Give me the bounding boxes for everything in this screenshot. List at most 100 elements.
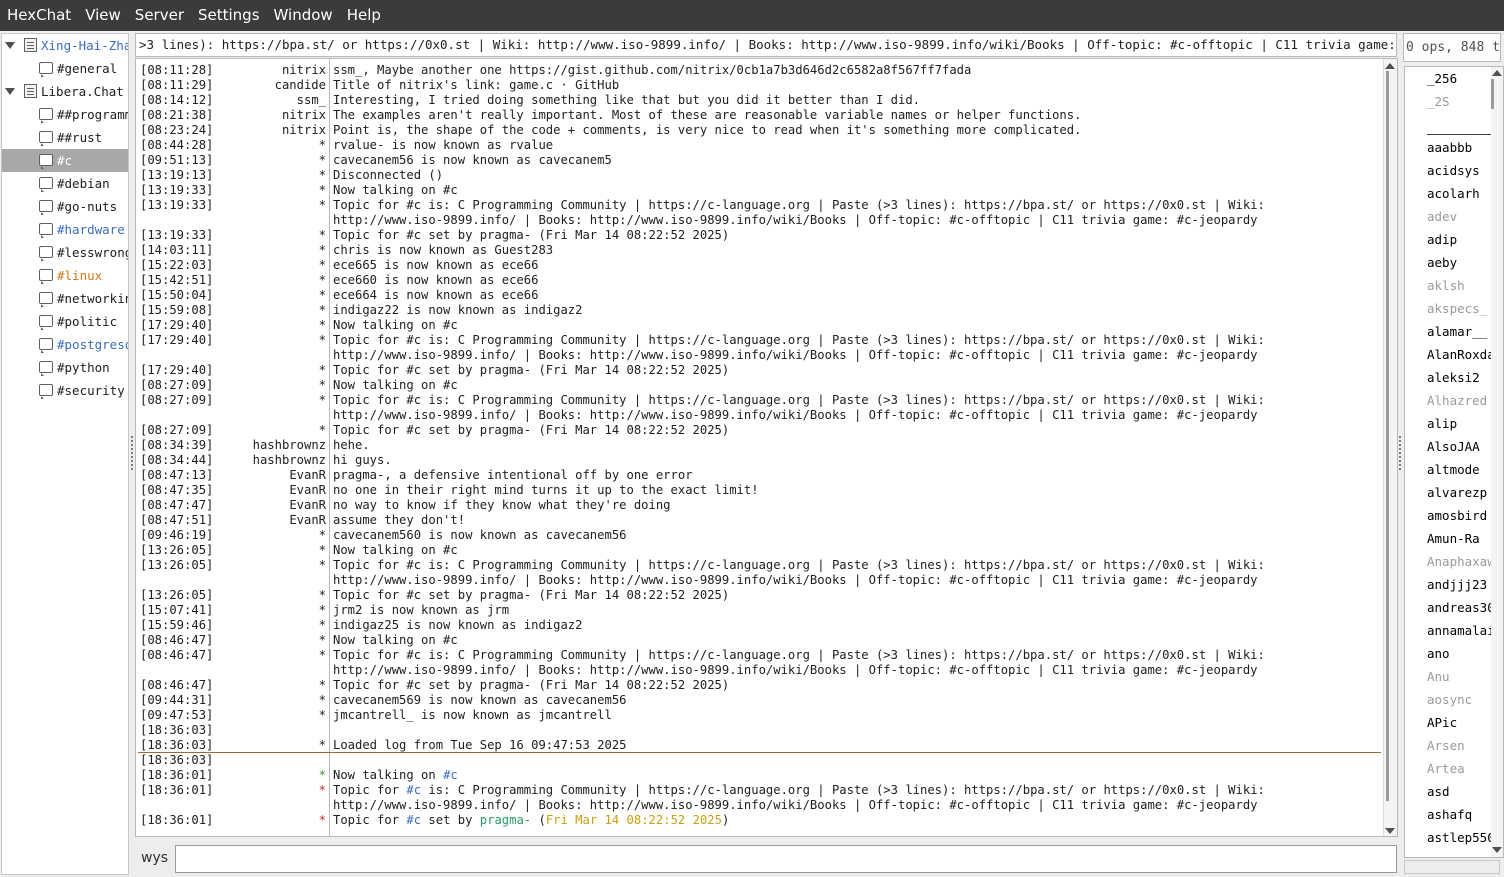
user-item[interactable]: APic — [1427, 712, 1491, 734]
menu-help[interactable]: Help — [340, 0, 388, 31]
nick[interactable]: * — [156, 303, 326, 318]
tree-channel[interactable]: #lesswrong — [2, 241, 128, 264]
tree-channel[interactable]: #c — [2, 149, 128, 172]
tree-channel[interactable]: ##rust — [2, 126, 128, 149]
nick[interactable]: ssm_ — [156, 93, 326, 108]
user-item[interactable]: alip — [1427, 413, 1491, 435]
nick[interactable]: * — [156, 813, 326, 828]
nick[interactable]: * — [156, 618, 326, 633]
user-item[interactable]: Artea — [1427, 758, 1491, 780]
tree-channel[interactable]: #general — [2, 57, 128, 80]
nick[interactable]: * — [156, 258, 326, 273]
nick[interactable]: * — [156, 693, 326, 708]
user-item[interactable]: adev — [1427, 206, 1491, 228]
nick[interactable]: * — [156, 183, 326, 198]
user-item[interactable]: aosync — [1427, 689, 1491, 711]
nick[interactable]: EvanR — [156, 468, 326, 483]
tree-channel[interactable]: #debian — [2, 172, 128, 195]
user-item[interactable]: alvarezp — [1427, 482, 1491, 504]
tree-channel[interactable]: ##programmi — [2, 103, 128, 126]
nick[interactable]: EvanR — [156, 498, 326, 513]
user-item[interactable]: ano — [1427, 643, 1491, 665]
user-item[interactable]: aaabbb — [1427, 137, 1491, 159]
nick[interactable]: * — [156, 423, 326, 438]
tree-channel[interactable]: #security — [2, 379, 128, 402]
nick[interactable]: * — [156, 678, 326, 693]
message-input[interactable] — [175, 845, 1397, 873]
tree-server[interactable]: Libera.Chat — [2, 80, 128, 103]
nick[interactable]: * — [156, 243, 326, 258]
nick[interactable]: * — [156, 768, 326, 783]
tree-server[interactable]: Xing-Hai-Zhar — [2, 34, 128, 57]
scroll-down-arrow-icon[interactable] — [1492, 847, 1502, 853]
userlist-scrollbar[interactable] — [1491, 67, 1503, 857]
nick[interactable]: * — [156, 288, 326, 303]
nick[interactable]: * — [156, 708, 326, 723]
nick[interactable]: * — [156, 648, 326, 663]
user-item[interactable]: ashafq — [1427, 804, 1491, 826]
chat-scrollbar-thumb[interactable] — [1386, 71, 1389, 801]
user-item[interactable]: AlsoJAA — [1427, 436, 1491, 458]
user-item[interactable]: asd — [1427, 781, 1491, 803]
scroll-up-arrow-icon[interactable] — [1385, 63, 1395, 69]
nick[interactable]: * — [156, 738, 326, 753]
tree-channel[interactable]: #postgresql — [2, 333, 128, 356]
nick[interactable]: * — [156, 558, 326, 573]
user-item[interactable]: Anu — [1427, 666, 1491, 688]
user-item[interactable]: acolarh — [1427, 183, 1491, 205]
nick[interactable]: EvanR — [156, 483, 326, 498]
expander-arrow-icon[interactable] — [5, 42, 15, 49]
user-item[interactable]: AlanRoxdale — [1427, 344, 1491, 366]
nick[interactable]: * — [156, 228, 326, 243]
user-item[interactable]: aklsh — [1427, 275, 1491, 297]
nick[interactable]: * — [156, 318, 326, 333]
nick[interactable]: * — [156, 528, 326, 543]
user-item[interactable]: astlep5505 — [1427, 827, 1491, 849]
topic-bar[interactable]: >3 lines): https://bpa.st/ or https://0x… — [135, 33, 1397, 57]
nick[interactable]: EvanR — [156, 513, 326, 528]
userlist-scrollbar-thumb[interactable] — [1491, 79, 1494, 109]
user-item[interactable]: Anaphaxawu — [1427, 551, 1491, 573]
nick[interactable]: * — [156, 138, 326, 153]
nick[interactable]: nitrix — [156, 63, 326, 78]
user-item[interactable]: amosbird — [1427, 505, 1491, 527]
user-item[interactable]: aeby — [1427, 252, 1491, 274]
user-item[interactable]: alamar__ — [1427, 321, 1491, 343]
scroll-up-arrow-icon[interactable] — [1492, 70, 1502, 76]
nick[interactable]: * — [156, 153, 326, 168]
nick[interactable]: hashbrownz — [156, 438, 326, 453]
nick[interactable]: * — [156, 363, 326, 378]
nick[interactable]: * — [156, 588, 326, 603]
user-item[interactable]: Arsen — [1427, 735, 1491, 757]
nick[interactable]: nitrix — [156, 108, 326, 123]
user-item[interactable]: _2S — [1427, 91, 1491, 113]
tree-channel[interactable]: #linux — [2, 264, 128, 287]
user-item[interactable]: altmode — [1427, 459, 1491, 481]
user-item[interactable]: Amun-Ra — [1427, 528, 1491, 550]
nick[interactable]: * — [156, 168, 326, 183]
nick[interactable]: * — [156, 273, 326, 288]
nick[interactable]: nitrix — [156, 123, 326, 138]
user-item[interactable]: akspecs_ — [1427, 298, 1491, 320]
user-item[interactable]: adip — [1427, 229, 1491, 251]
menu-hexchat[interactable]: HexChat — [0, 0, 78, 31]
nick[interactable]: * — [156, 603, 326, 618]
nick[interactable]: * — [156, 378, 326, 393]
menu-view[interactable]: View — [78, 0, 128, 31]
user-list[interactable]: _256 _2S aaabbb acidsys acolarh adev adip aeby a… — [1404, 66, 1504, 858]
menu-server[interactable]: Server — [128, 0, 191, 31]
chat-view[interactable]: [08:11:28] nitrix ssm_, Maybe another one … — [135, 58, 1398, 837]
user-item[interactable]: Alhazred — [1427, 390, 1491, 412]
user-item[interactable]: _256 — [1427, 68, 1491, 90]
nick[interactable]: * — [156, 783, 326, 798]
tree-channel[interactable]: #hardware — [2, 218, 128, 241]
nick[interactable]: * — [156, 198, 326, 213]
nick[interactable]: * — [156, 393, 326, 408]
nick[interactable]: hashbrownz — [156, 453, 326, 468]
user-item[interactable]: andreas303 — [1427, 597, 1491, 619]
user-item[interactable]: annamalai — [1427, 620, 1491, 642]
menu-settings[interactable]: Settings — [191, 0, 267, 31]
user-item[interactable]: acidsys — [1427, 160, 1491, 182]
menu-window[interactable]: Window — [267, 0, 340, 31]
nick[interactable]: * — [156, 333, 326, 348]
